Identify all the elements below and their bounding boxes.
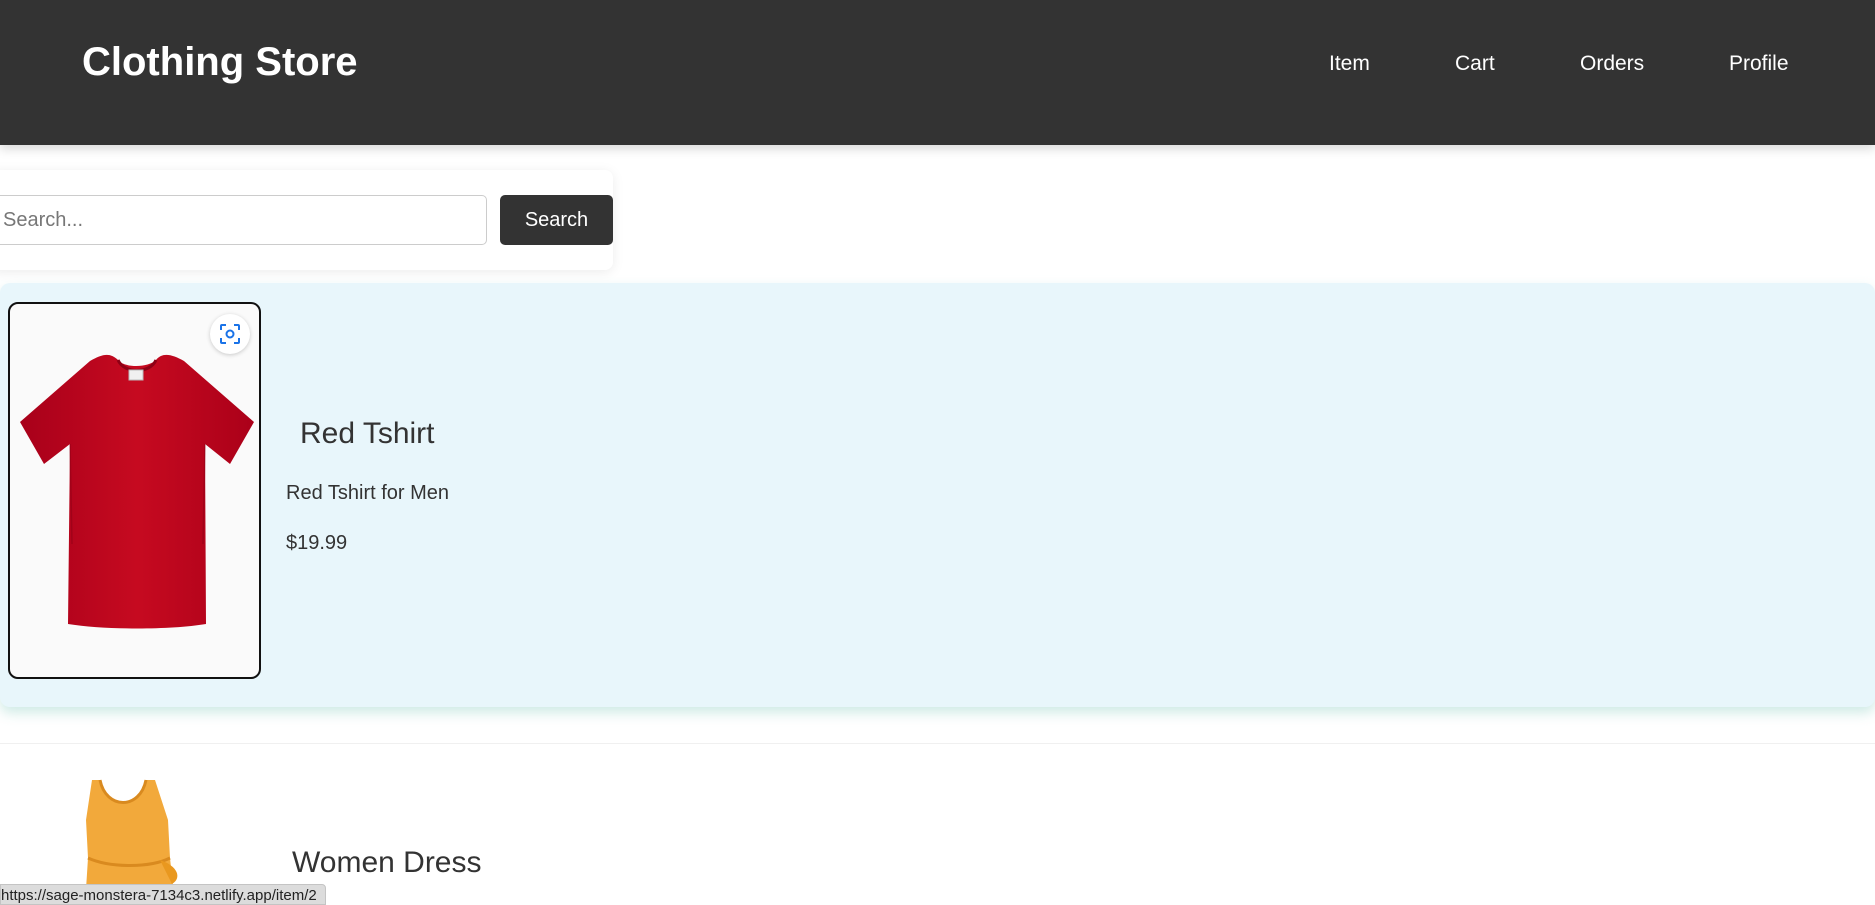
- lens-icon: [220, 324, 240, 344]
- item-description: Red Tshirt for Men: [286, 482, 450, 504]
- nav-orders-link[interactable]: Orders: [1580, 52, 1644, 76]
- image-search-lens-button[interactable]: [210, 314, 250, 354]
- nav-profile-link[interactable]: Profile: [1729, 52, 1789, 76]
- nav-item-link[interactable]: Item: [1329, 52, 1370, 76]
- item-price: $19.99: [286, 532, 348, 554]
- site-header: Clothing Store Item Cart Orders Profile: [0, 0, 1875, 145]
- item-title[interactable]: Women Dress: [292, 846, 482, 880]
- item-card-red-tshirt[interactable]: [0, 283, 1875, 707]
- item-divider: [0, 743, 1875, 744]
- search-input[interactable]: [0, 195, 487, 245]
- red-tshirt-icon: [20, 354, 254, 629]
- site-brand[interactable]: Clothing Store: [82, 40, 358, 85]
- search-button[interactable]: Search: [500, 195, 613, 245]
- item-title[interactable]: Red Tshirt: [300, 417, 435, 451]
- nav-cart-link[interactable]: Cart: [1455, 52, 1495, 76]
- browser-status-url: https://sage-monstera-7134c3.netlify.app…: [0, 884, 326, 905]
- item-image-red-tshirt[interactable]: [8, 302, 261, 679]
